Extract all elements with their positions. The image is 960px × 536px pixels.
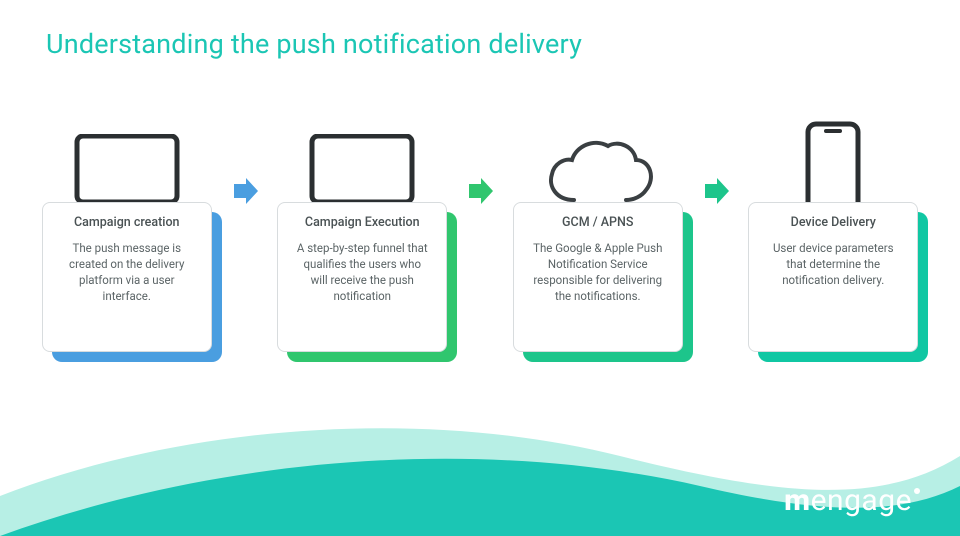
step-campaign-creation: Campaign creation The push message is cr… — [26, 128, 228, 352]
card: Campaign Execution A step-by-step funnel… — [277, 202, 447, 352]
arrow-icon — [463, 176, 497, 206]
card-desc: User device parameters that determine th… — [761, 240, 905, 288]
brand-dot-icon — [914, 488, 920, 494]
card-desc: The Google & Apple Push Notification Ser… — [526, 240, 670, 304]
card: Campaign creation The push message is cr… — [42, 202, 212, 352]
card-desc: A step-by-step funnel that qualifies the… — [290, 240, 434, 304]
brand-part-2: engage — [811, 483, 912, 518]
card: GCM / APNS The Google & Apple Push Notif… — [513, 202, 683, 352]
brand-logo: mengage — [784, 483, 920, 518]
step-device-delivery: Device Delivery User device parameters t… — [733, 128, 935, 352]
arrow-icon — [699, 176, 733, 206]
card-title: Campaign Execution — [305, 215, 420, 230]
card-title: Device Delivery — [791, 215, 876, 230]
brand-part-1: m — [784, 483, 810, 518]
slide-title: Understanding the push notification deli… — [46, 28, 582, 60]
step-campaign-execution: Campaign Execution A step-by-step funnel… — [262, 128, 464, 352]
slide: Understanding the push notification deli… — [0, 0, 960, 536]
step-gcm-apns: GCM / APNS The Google & Apple Push Notif… — [497, 128, 699, 352]
arrow-icon — [228, 176, 262, 206]
card-title: GCM / APNS — [562, 215, 633, 230]
card-title: Campaign creation — [74, 215, 180, 230]
card: Device Delivery User device parameters t… — [748, 202, 918, 352]
flow-diagram: Campaign creation The push message is cr… — [26, 128, 934, 388]
card-desc: The push message is created on the deliv… — [55, 240, 199, 304]
